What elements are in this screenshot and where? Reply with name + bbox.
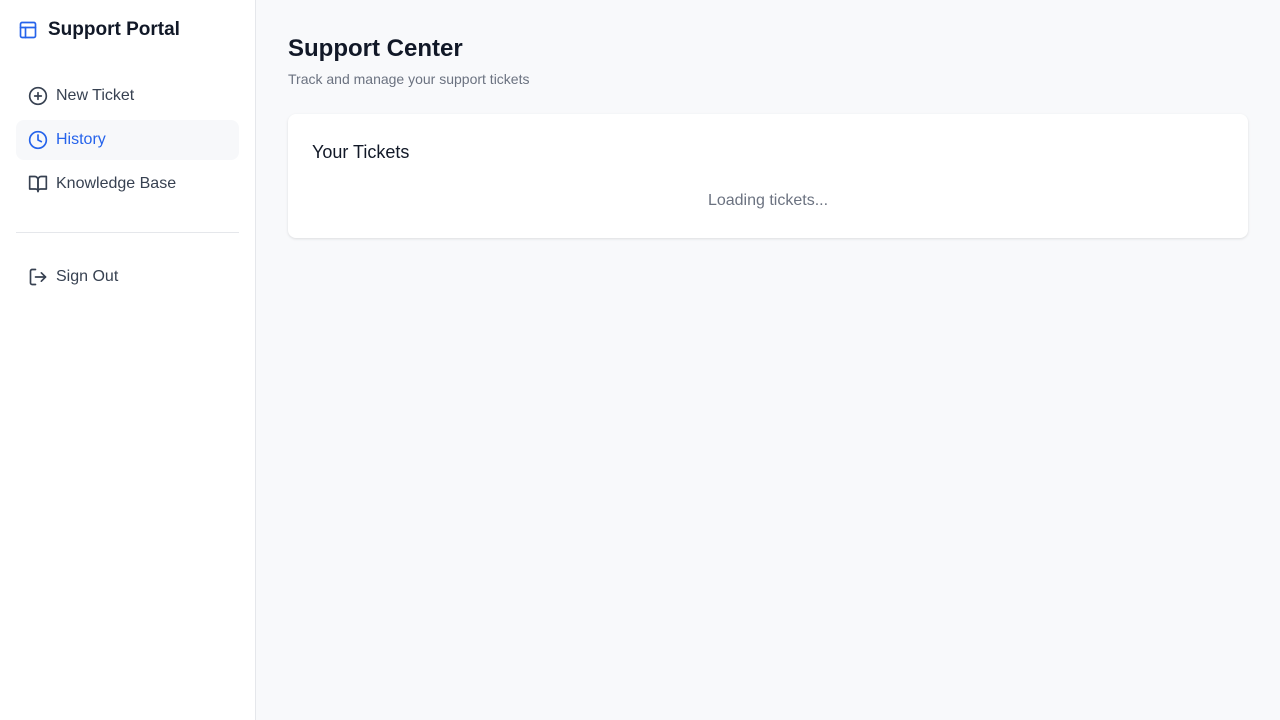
sidebar: Support Portal New Ticket History Knowle… <box>0 0 256 720</box>
clock-icon <box>28 130 48 150</box>
plus-circle-icon <box>28 86 48 106</box>
app: Support Portal New Ticket History Knowle… <box>0 0 1280 720</box>
sidebar-item-label: Knowledge Base <box>56 175 177 192</box>
sign-out-label: Sign Out <box>56 268 119 285</box>
log-out-icon <box>28 267 48 287</box>
sidebar-divider <box>16 232 239 233</box>
loading-status: Loading tickets... <box>707 192 829 209</box>
sidebar-item-label: History <box>56 131 106 148</box>
sidebar-item-knowledge-base[interactable]: Knowledge Base <box>16 164 239 204</box>
sidebar-item-new-ticket[interactable]: New Ticket <box>16 76 239 116</box>
sidebar-nav: New Ticket History Knowledge Base <box>16 76 239 204</box>
sign-out-button[interactable]: Sign Out <box>16 257 239 297</box>
tickets-card: Your Tickets Loading tickets... <box>288 114 1248 238</box>
brand[interactable]: Support Portal <box>16 0 239 60</box>
sidebar-item-history[interactable]: History <box>16 120 239 160</box>
tickets-card-title: Your Tickets <box>312 142 410 162</box>
main-content: Support Center Track and manage your sup… <box>256 0 1280 720</box>
brand-title: Support Portal <box>48 19 180 40</box>
page-title: Support Center <box>288 35 463 62</box>
book-open-icon <box>28 174 48 194</box>
layout-icon <box>18 20 38 40</box>
sidebar-item-label: New Ticket <box>56 87 135 104</box>
page-subtitle: Track and manage your support tickets <box>288 71 530 87</box>
